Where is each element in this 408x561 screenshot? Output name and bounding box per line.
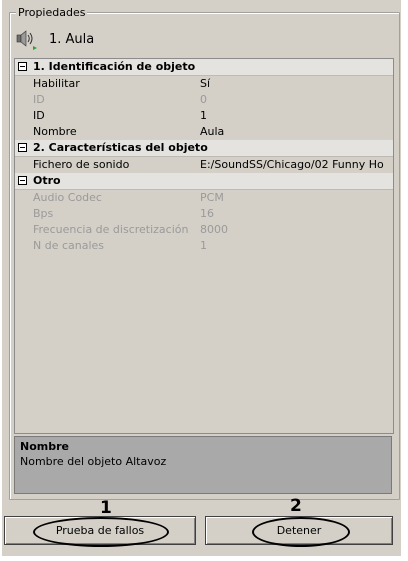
property-row-fichero-de-sonido[interactable]: Fichero de sonido E:/SoundSS/Chicago/02 … bbox=[15, 157, 393, 173]
property-value: 8000 bbox=[200, 223, 228, 236]
collapse-toggle-icon[interactable] bbox=[18, 62, 27, 71]
property-row-frecuencia: Frecuencia de discretización 8000 bbox=[15, 222, 393, 238]
property-value: PCM bbox=[200, 191, 224, 204]
property-value: 1 bbox=[200, 239, 207, 252]
property-row-bps: Bps 16 bbox=[15, 206, 393, 222]
category-title: 2. Características del objeto bbox=[33, 141, 208, 154]
property-row-nombre[interactable]: Nombre Aula bbox=[15, 124, 393, 140]
property-grid[interactable]: 1. Identificación de objeto Habilitar Sí… bbox=[14, 58, 394, 434]
property-name: Bps bbox=[33, 207, 54, 220]
test-faults-button[interactable]: Prueba de fallos bbox=[4, 516, 196, 545]
category-title: 1. Identificación de objeto bbox=[33, 60, 196, 73]
property-row-id-disabled: ID 0 bbox=[15, 92, 393, 108]
property-value: 16 bbox=[200, 207, 214, 220]
callout-number-2: 2 bbox=[290, 496, 302, 516]
property-value[interactable]: 1 bbox=[200, 108, 390, 124]
property-name: Habilitar bbox=[33, 77, 80, 90]
category-row-caracteristicas[interactable]: 2. Características del objeto bbox=[15, 140, 393, 157]
stop-button[interactable]: Detener bbox=[205, 516, 393, 545]
stop-label: Detener bbox=[276, 524, 322, 537]
property-name: ID bbox=[33, 93, 45, 106]
object-title: 1. Aula bbox=[49, 31, 95, 47]
description-title: Nombre bbox=[20, 440, 69, 453]
property-name: N de canales bbox=[33, 239, 105, 252]
speaker-icon bbox=[15, 28, 37, 50]
description-pane: Nombre Nombre del objeto Altavoz bbox=[14, 436, 392, 494]
property-value[interactable]: Aula bbox=[200, 124, 390, 140]
object-header: 1. Aula bbox=[15, 27, 94, 51]
property-row-id[interactable]: ID 1 bbox=[15, 108, 393, 124]
property-name: Audio Codec bbox=[33, 191, 102, 204]
category-row-identificacion[interactable]: 1. Identificación de objeto bbox=[15, 59, 393, 76]
test-faults-label: Prueba de fallos bbox=[55, 524, 145, 537]
category-title: Otro bbox=[33, 174, 61, 187]
category-row-otro[interactable]: Otro bbox=[15, 173, 393, 190]
property-value[interactable]: Sí bbox=[200, 76, 390, 92]
property-value[interactable]: E:/SoundSS/Chicago/02 Funny Ho bbox=[200, 157, 390, 173]
group-title: Propiedades bbox=[16, 6, 88, 19]
property-name: Nombre bbox=[33, 125, 77, 138]
property-row-n-de-canales: N de canales 1 bbox=[15, 238, 393, 254]
properties-panel: Propiedades 1. Aula 1. Identificación de… bbox=[2, 0, 401, 556]
collapse-toggle-icon[interactable] bbox=[18, 176, 27, 185]
collapse-toggle-icon[interactable] bbox=[18, 143, 27, 152]
property-row-habilitar[interactable]: Habilitar Sí bbox=[15, 76, 393, 92]
property-name: ID bbox=[33, 109, 45, 122]
property-name: Fichero de sonido bbox=[33, 158, 130, 171]
callout-number-1: 1 bbox=[100, 498, 112, 518]
property-value: 0 bbox=[200, 93, 207, 106]
description-text: Nombre del objeto Altavoz bbox=[20, 455, 167, 468]
property-row-audio-codec: Audio Codec PCM bbox=[15, 190, 393, 206]
property-name: Frecuencia de discretización bbox=[33, 223, 189, 236]
